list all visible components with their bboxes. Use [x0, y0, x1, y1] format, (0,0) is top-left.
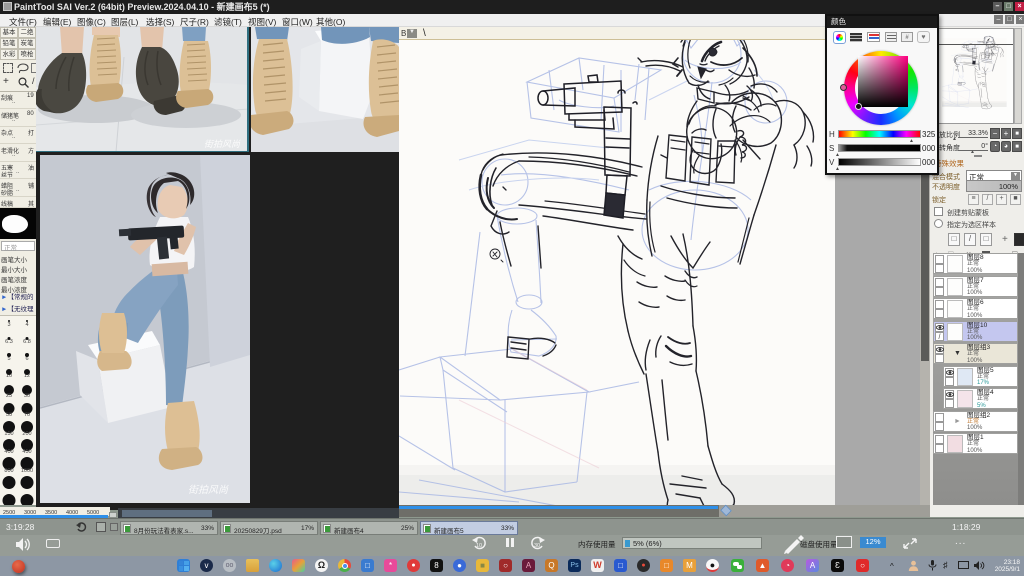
svg-text:10: 10 — [476, 543, 482, 549]
svg-text:街拍风尚: 街拍风尚 — [188, 484, 229, 496]
svg-text:街拍风尚: 街拍风尚 — [204, 139, 241, 149]
svg-text:30: 30 — [534, 543, 540, 549]
